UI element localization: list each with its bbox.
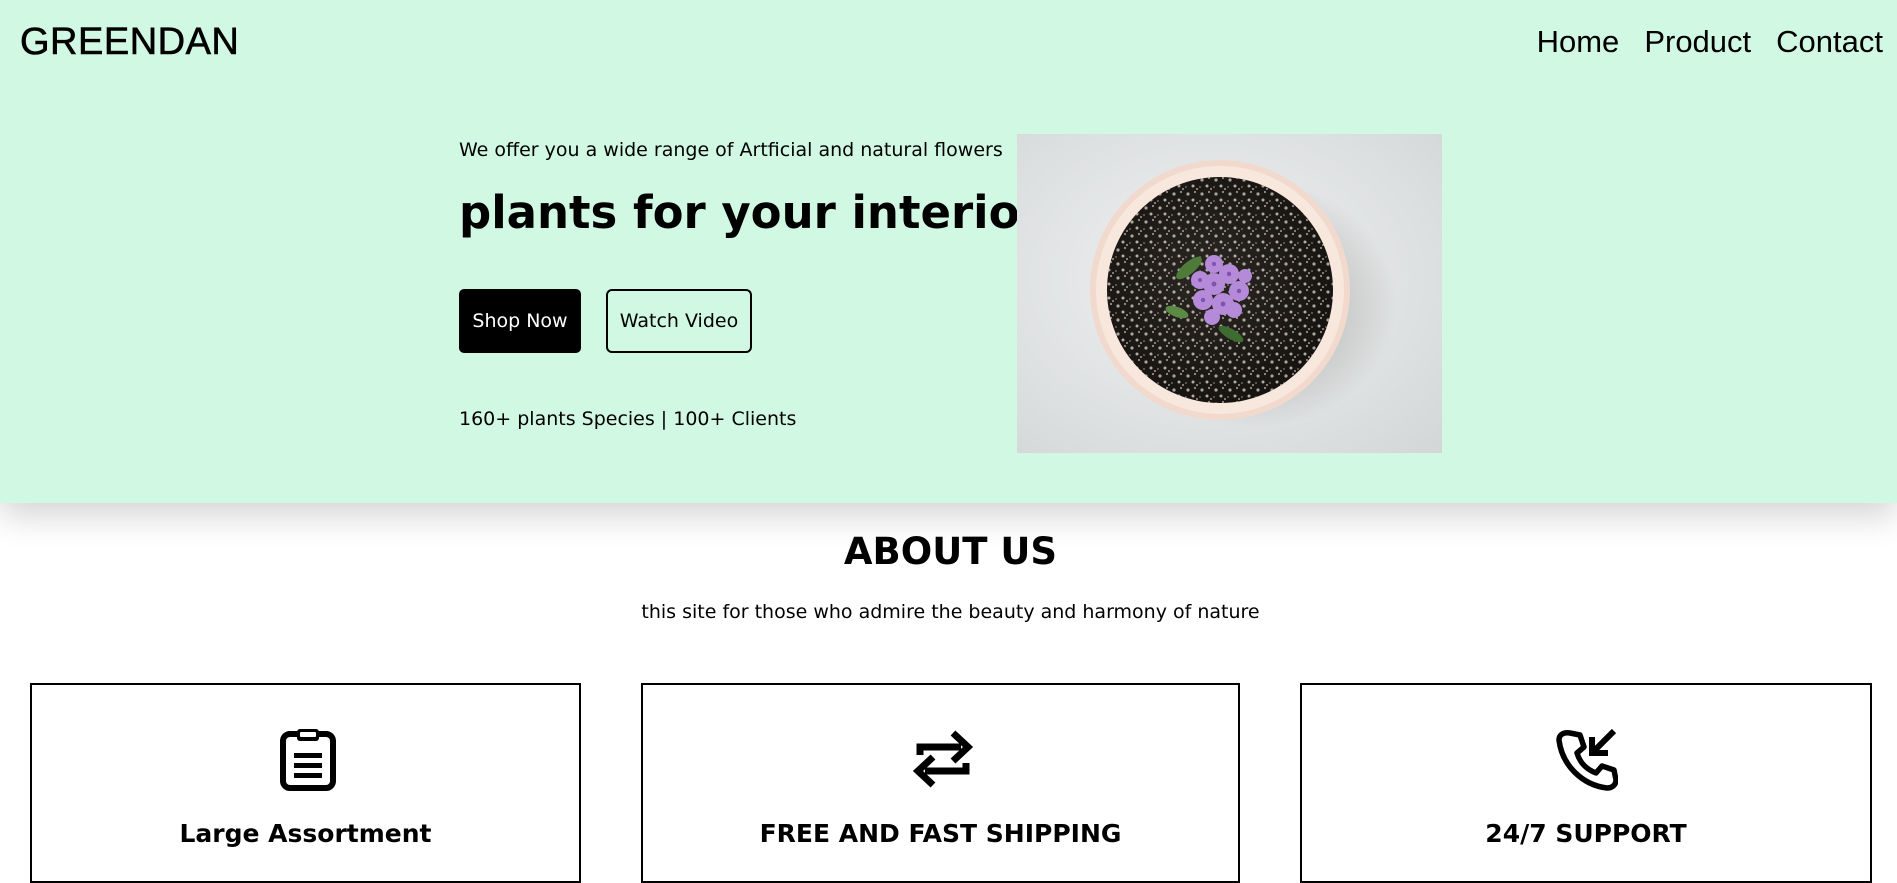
feature-card-support: 24/7 SUPPORT xyxy=(1300,683,1872,883)
feature-card-assortment: Large Assortment xyxy=(30,683,581,883)
potted-flower-image xyxy=(1017,134,1442,453)
about-subtitle: this site for those who admire the beaut… xyxy=(641,601,1260,623)
navbar: GREENDAN Home Product Contact xyxy=(0,0,1897,84)
hero-tagline: We offer you a wide range of Artficial a… xyxy=(459,139,1003,161)
feature-title: FREE AND FAST SHIPPING xyxy=(759,819,1122,848)
watch-video-button[interactable]: Watch Video xyxy=(606,289,752,353)
potted-flower-illustration xyxy=(1090,160,1397,428)
nav-link-home[interactable]: Home xyxy=(1537,24,1620,60)
nav-link-product[interactable]: Product xyxy=(1644,24,1751,60)
clipboard-icon xyxy=(280,729,336,791)
repeat-arrows-icon xyxy=(913,730,973,788)
phone-incoming-icon xyxy=(1556,728,1618,791)
nav-links: Home Product Contact xyxy=(1537,24,1883,60)
hero-stats: 160+ plants Species | 100+ Clients xyxy=(459,408,797,430)
feature-title: Large Assortment xyxy=(179,819,432,848)
about-title: ABOUT US xyxy=(843,530,1058,573)
hero-title: plants for your interior xyxy=(459,186,1042,239)
brand-logo[interactable]: GREENDAN xyxy=(20,20,239,64)
hero-section: We offer you a wide range of Artficial a… xyxy=(0,84,1897,503)
feature-title: 24/7 SUPPORT xyxy=(1485,819,1687,848)
feature-card-shipping: FREE AND FAST SHIPPING xyxy=(641,683,1240,883)
nav-link-contact[interactable]: Contact xyxy=(1776,24,1883,60)
shop-now-button[interactable]: Shop Now xyxy=(459,289,581,353)
